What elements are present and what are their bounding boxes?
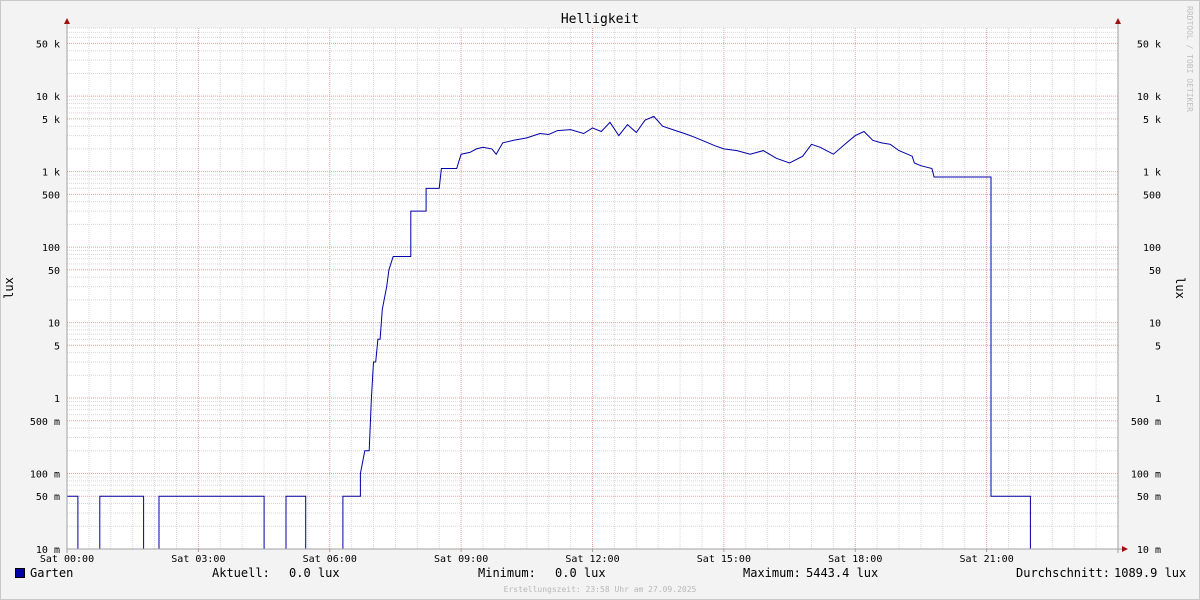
footer-timestamp: Erstellungszeit: 23:58 Uhr am 27.09.2025 [503, 585, 697, 594]
x-axis-arrow [1122, 546, 1128, 552]
y-tick-label-left: 1 k [42, 168, 60, 179]
y-tick-label-left: 5 k [42, 115, 60, 126]
y-tick-label-right: 50 m [1137, 492, 1161, 503]
y-tick-label-right: 5 [1155, 341, 1161, 352]
y-tick-label-left: 10 [48, 319, 60, 330]
x-tick-label: Sat 15:00 [697, 554, 751, 565]
legend-durchschnitt-label: Durchschnitt: [1016, 566, 1110, 580]
y-tick-label-left: 100 [42, 243, 60, 254]
legend-aktuell-label: Aktuell: [212, 566, 270, 580]
y-tick-label-left: 50 m [36, 492, 60, 503]
y-axis-arrow-right [1115, 18, 1121, 24]
x-tick-label: Sat 18:00 [828, 554, 882, 565]
y-tick-label-right: 1 k [1143, 168, 1161, 179]
y-axis-arrow-left [64, 18, 70, 24]
x-tick-label: Sat 03:00 [171, 554, 225, 565]
x-tick-label: Sat 12:00 [565, 554, 619, 565]
y-tick-label-right: 50 [1149, 266, 1161, 277]
y-tick-label-left: 10 k [36, 92, 60, 103]
x-tick-label: Sat 21:00 [960, 554, 1014, 565]
y-tick-label-left: 50 k [36, 39, 60, 50]
legend-durchschnitt-value: 1089.9 lux [1114, 566, 1187, 580]
y-tick-label-left: 50 [48, 266, 60, 277]
y-tick-label-left: 500 m [30, 417, 60, 428]
y-tick-label-right: 50 k [1137, 39, 1161, 50]
legend-aktuell-value: 0.0 lux [289, 566, 340, 580]
chart-svg: Sat 00:00 Sat 03:00 Sat 06:00 Sat 09:00 Sat … [2, 6, 1194, 565]
x-tick-label: Sat 06:00 [303, 554, 357, 565]
y-tick-label-right: 100 [1143, 243, 1161, 254]
legend-maximum-label: Maximum: [743, 566, 801, 580]
legend-swatch [15, 568, 25, 578]
legend-minimum-label: Minimum: [478, 566, 536, 580]
y-tick-label-right: 10 k [1137, 92, 1161, 103]
legend: Garten Aktuell: 0.0 lux Minimum: 0.0 lux… [0, 566, 1200, 584]
y-tick-label-right: 500 [1143, 190, 1161, 201]
x-tick-label: Sat 09:00 [434, 554, 488, 565]
y-tick-label-right: 1 [1155, 394, 1161, 405]
y-axis-label-right: lux [1173, 277, 1187, 299]
y-tick-label-right: 5 k [1143, 115, 1161, 126]
y-tick-label-right: 10 m [1137, 545, 1161, 556]
legend-minimum-value: 0.0 lux [555, 566, 606, 580]
y-tick-label-right: 10 [1149, 319, 1161, 330]
watermark: RRDTOOL / TOBI OETIKER [1185, 6, 1194, 112]
legend-maximum-value: 5443.4 lux [806, 566, 879, 580]
y-tick-label-left: 5 [54, 341, 60, 352]
y-tick-label-right: 500 m [1131, 417, 1161, 428]
y-tick-label-right: 100 m [1131, 470, 1161, 481]
legend-series-name: Garten [30, 566, 74, 580]
y-tick-label-left: 100 m [30, 470, 60, 481]
chart-title: Helligkeit [561, 12, 639, 27]
y-axis-label-left: lux [2, 277, 16, 299]
y-tick-label-left: 500 [42, 190, 60, 201]
y-tick-label-left: 10 m [36, 545, 60, 556]
y-tick-label-left: 1 [54, 394, 60, 405]
